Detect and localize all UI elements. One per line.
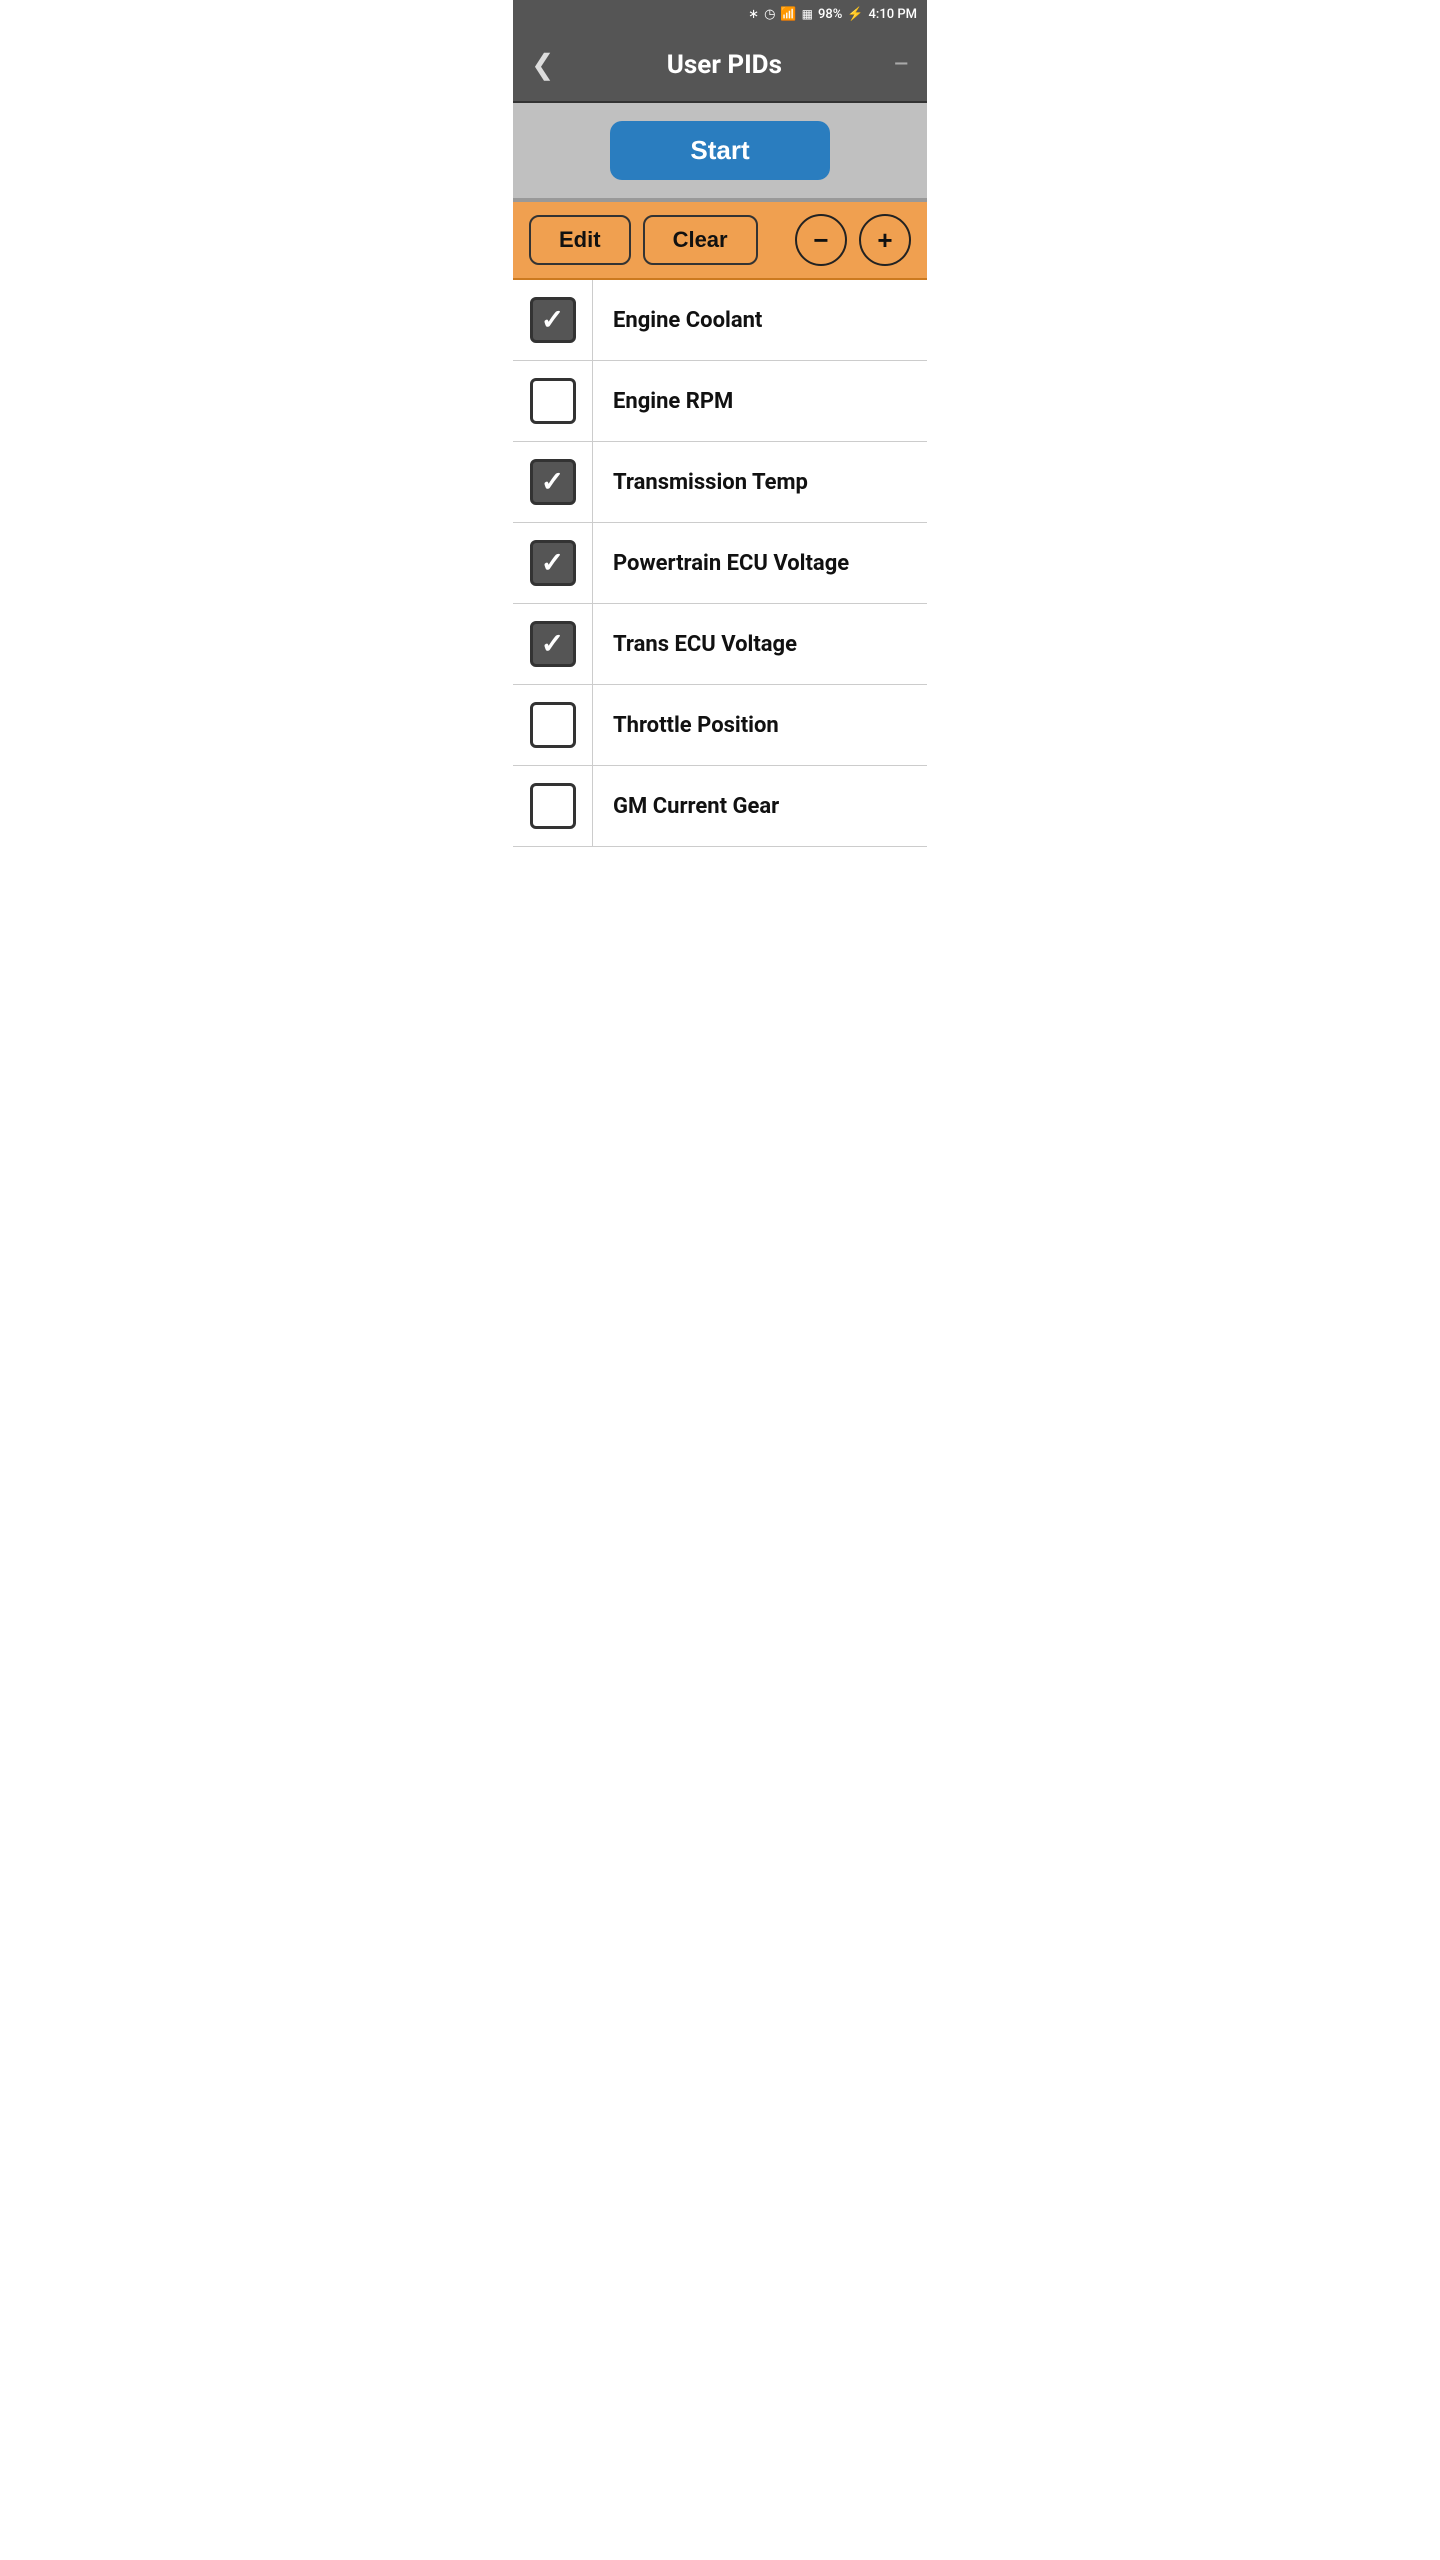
pid-label-4: Trans ECU Voltage: [593, 632, 817, 657]
pid-list: Engine Coolant Engine RPM Transmission Tem…: [513, 280, 927, 847]
checkbox-5[interactable]: [513, 685, 593, 765]
list-item: Transmission Temp: [513, 442, 927, 523]
checkbox-box-3: [530, 540, 576, 586]
checkbox-box-1: [530, 378, 576, 424]
list-item: Engine RPM: [513, 361, 927, 442]
start-area: Start: [513, 103, 927, 202]
checkbox-box-5: [530, 702, 576, 748]
checkbox-box-0: [530, 297, 576, 343]
start-button[interactable]: Start: [610, 121, 830, 180]
signal-icon: ▦: [802, 7, 813, 21]
empty-area: [513, 847, 927, 967]
clear-button[interactable]: Clear: [643, 215, 758, 265]
plus-button[interactable]: +: [859, 214, 911, 266]
checkbox-6[interactable]: [513, 766, 593, 846]
edit-button[interactable]: Edit: [529, 215, 631, 265]
checkbox-box-2: [530, 459, 576, 505]
status-icons: ∗ ◷ 📶 ▦ 98% ⚡ 4:10 PM: [748, 7, 917, 22]
checkbox-2[interactable]: [513, 442, 593, 522]
back-button[interactable]: ❮: [531, 51, 554, 79]
battery-level: 98%: [818, 7, 842, 22]
list-item: Throttle Position: [513, 685, 927, 766]
list-item: Powertrain ECU Voltage: [513, 523, 927, 604]
pid-label-2: Transmission Temp: [593, 470, 828, 495]
list-item: Trans ECU Voltage: [513, 604, 927, 685]
pid-label-1: Engine RPM: [593, 389, 753, 414]
checkbox-0[interactable]: [513, 280, 593, 360]
checkbox-box-6: [530, 783, 576, 829]
checkbox-4[interactable]: [513, 604, 593, 684]
checkbox-box-4: [530, 621, 576, 667]
checkbox-3[interactable]: [513, 523, 593, 603]
list-item: GM Current Gear: [513, 766, 927, 847]
pid-label-3: Powertrain ECU Voltage: [593, 551, 869, 576]
toolbar: Edit Clear − +: [513, 202, 927, 280]
header: ❮ User PIDs —: [513, 28, 927, 103]
menu-button[interactable]: —: [894, 54, 909, 75]
bluetooth-icon: ∗: [748, 7, 759, 22]
pid-label-0: Engine Coolant: [593, 308, 782, 333]
alarm-icon: ◷: [764, 7, 775, 22]
battery-icon: ⚡: [847, 7, 863, 22]
minus-button[interactable]: −: [795, 214, 847, 266]
page-title: User PIDs: [554, 50, 894, 80]
checkbox-1[interactable]: [513, 361, 593, 441]
wifi-icon: 📶: [780, 7, 796, 22]
pid-label-6: GM Current Gear: [593, 794, 799, 819]
status-bar: ∗ ◷ 📶 ▦ 98% ⚡ 4:10 PM: [513, 0, 927, 28]
list-item: Engine Coolant: [513, 280, 927, 361]
pid-label-5: Throttle Position: [593, 713, 799, 738]
time-display: 4:10 PM: [869, 7, 918, 22]
